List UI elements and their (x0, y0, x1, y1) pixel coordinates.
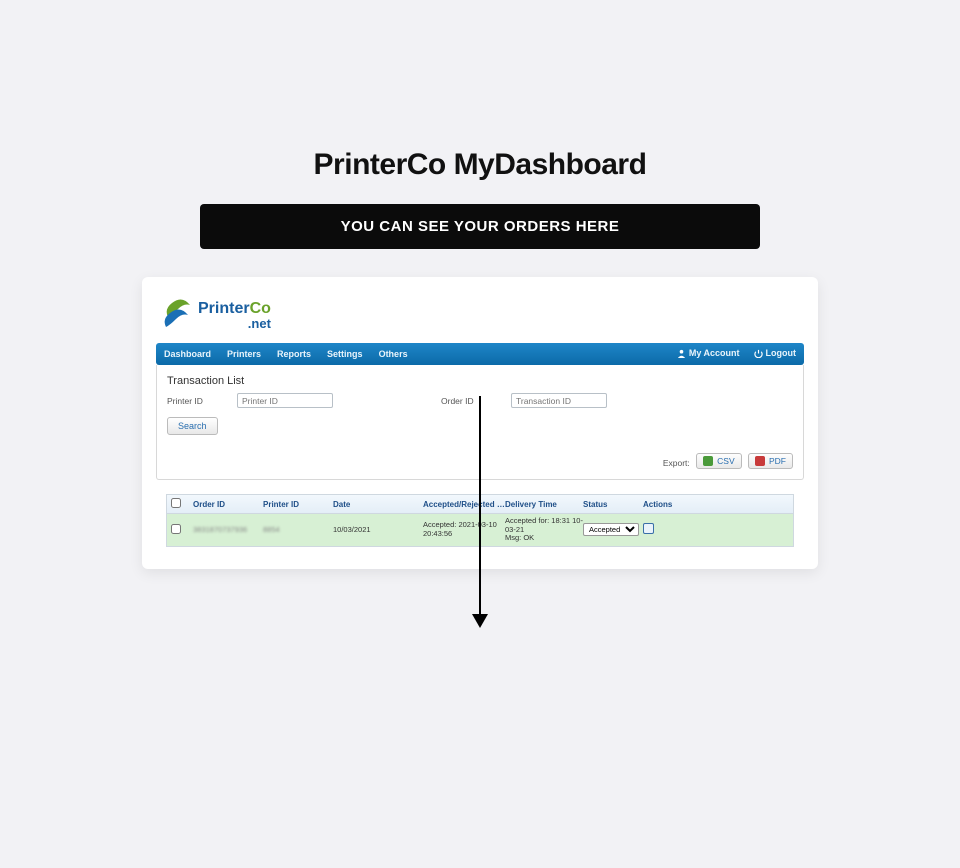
page-title: PrinterCo MyDashboard (0, 148, 960, 182)
export-pdf-button[interactable]: PDF (748, 453, 793, 469)
logo-suffix: .net (198, 317, 271, 330)
table-row: 3831870737936 8854 10/03/2021 Accepted: … (166, 514, 794, 547)
export-csv-button[interactable]: CSV (696, 453, 741, 469)
menu-settings[interactable]: Settings (327, 349, 363, 359)
col-date[interactable]: Date (333, 500, 423, 509)
menu-reports[interactable]: Reports (277, 349, 311, 359)
dashboard-panel: PrinterCo .net Dashboard Printers Report… (142, 277, 818, 569)
col-order-id[interactable]: Order ID (193, 500, 263, 509)
pdf-icon (755, 456, 765, 466)
section-heading: Transaction List (167, 371, 793, 393)
transactions-table: Order ID Printer ID Date Accepted/Reject… (156, 494, 804, 547)
table-header: Order ID Printer ID Date Accepted/Reject… (166, 494, 794, 514)
logout-label: Logout (766, 348, 797, 358)
order-id-label: Order ID (441, 396, 489, 406)
printer-id-label: Printer ID (167, 396, 215, 406)
col-status[interactable]: Status (583, 500, 643, 509)
cell-accepted-time: Accepted: 2021-03-10 20:43:56 (423, 521, 505, 538)
menu-others[interactable]: Others (379, 349, 408, 359)
my-account-link[interactable]: My Account (677, 348, 740, 359)
export-pdf-label: PDF (769, 456, 786, 466)
transaction-section: Transaction List Printer ID Order ID Sea… (156, 365, 804, 480)
search-button[interactable]: Search (167, 417, 218, 435)
logout-link[interactable]: Logout (754, 348, 797, 359)
col-accepted-rejected[interactable]: Accepted/Rejected Time (423, 500, 505, 509)
select-all-checkbox[interactable] (171, 498, 181, 508)
logo-text-2: Co (250, 300, 271, 317)
cell-status: Accepted (583, 523, 643, 536)
menu-dashboard[interactable]: Dashboard (164, 349, 211, 359)
cell-date: 10/03/2021 (333, 526, 423, 535)
printer-id-input[interactable] (237, 393, 333, 408)
status-select[interactable]: Accepted (583, 523, 639, 536)
logo: PrinterCo .net (162, 297, 804, 333)
logout-icon (754, 349, 763, 360)
cell-delivery-time: Accepted for: 18:31 10-03-21 Msg: OK (505, 517, 583, 543)
logo-text-1: Printer (198, 300, 250, 317)
menu-printers[interactable]: Printers (227, 349, 261, 359)
csv-icon (703, 456, 713, 466)
order-id-input[interactable] (511, 393, 607, 408)
export-label: Export: (663, 458, 690, 468)
row-action-button[interactable] (643, 523, 654, 534)
cell-printer-id: 8854 (263, 526, 333, 535)
col-delivery-time[interactable]: Delivery Time (505, 500, 583, 509)
row-checkbox[interactable] (171, 524, 181, 534)
export-csv-label: CSV (717, 456, 734, 466)
col-actions: Actions (643, 500, 699, 509)
col-printer-id[interactable]: Printer ID (263, 500, 333, 509)
orders-banner: YOU CAN SEE YOUR ORDERS HERE (200, 204, 760, 249)
logo-icon (162, 297, 192, 333)
cell-order-id: 3831870737936 (193, 526, 263, 535)
user-icon (677, 349, 686, 360)
my-account-label: My Account (689, 348, 740, 358)
main-menu: Dashboard Printers Reports Settings Othe… (156, 343, 804, 365)
